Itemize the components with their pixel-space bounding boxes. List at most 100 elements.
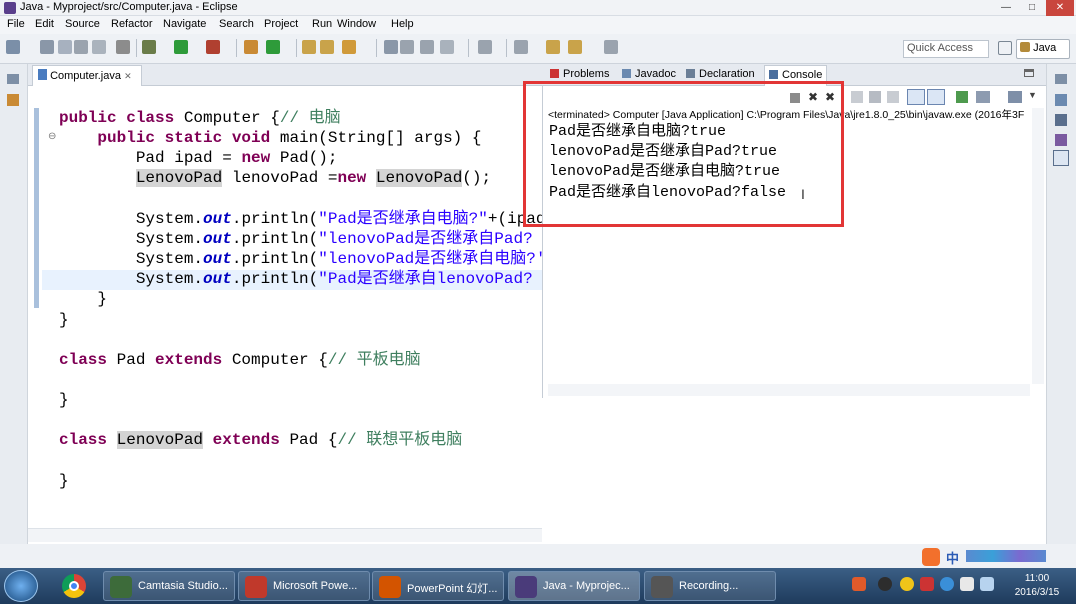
menu-search[interactable]: Search <box>216 17 257 31</box>
maximize-button[interactable]: □ <box>1020 0 1044 16</box>
view-menu-icon[interactable]: ▼ <box>1028 90 1037 100</box>
menu-edit[interactable]: Edit <box>32 17 57 31</box>
new-icon[interactable] <box>6 40 20 54</box>
save-icon[interactable] <box>40 40 54 54</box>
chrome-taskbar-button[interactable] <box>54 571 94 601</box>
new-java-project-icon[interactable] <box>244 40 258 54</box>
code-line[interactable]: Pad ipad = new Pad(); <box>59 148 338 168</box>
skip-icon[interactable] <box>116 40 130 54</box>
close-button[interactable]: ✕ <box>1046 0 1074 16</box>
search-icon[interactable] <box>342 40 356 54</box>
tab-computer-java[interactable]: Computer.java ✕ <box>32 65 142 86</box>
volume-icon[interactable] <box>960 577 974 591</box>
console-icon[interactable] <box>92 40 106 54</box>
console-vertical-scrollbar[interactable] <box>1032 108 1044 384</box>
security-tray-icon[interactable] <box>900 577 914 591</box>
code-line[interactable]: public class Computer {// 电脑 <box>59 108 341 128</box>
menu-source[interactable]: Source <box>62 17 103 31</box>
pin-console-icon[interactable] <box>956 91 968 103</box>
print-icon[interactable] <box>74 40 88 54</box>
code-line[interactable]: public static void main(String[] args) { <box>59 128 481 148</box>
console-view-icon[interactable] <box>1053 150 1069 166</box>
code-line[interactable]: System.out.println("Pad是否继承自电脑?"+(ipad <box>59 209 546 229</box>
close-tab-icon[interactable]: ✕ <box>124 71 132 81</box>
code-line[interactable]: LenovoPad lenovoPad =new LenovoPad(); <box>59 168 491 188</box>
tab-label: Declaration <box>699 68 755 80</box>
taskbar-button[interactable]: Microsoft Powe... <box>238 571 370 601</box>
back-icon[interactable] <box>514 40 528 54</box>
clear-console-icon[interactable] <box>851 91 863 103</box>
scroll-lock-icon[interactable] <box>869 91 881 103</box>
code-line[interactable]: } <box>59 310 69 330</box>
taskbar-button[interactable]: Recording... <box>644 571 776 601</box>
console-horizontal-scrollbar[interactable] <box>548 384 1030 396</box>
qq-tray-icon[interactable] <box>878 577 892 591</box>
show-console-stderr-icon[interactable] <box>927 89 945 105</box>
forward-icon[interactable] <box>546 40 560 54</box>
ime-toolbar-icons[interactable] <box>966 550 1046 562</box>
annotation-icon[interactable] <box>384 40 398 54</box>
word-wrap-icon[interactable] <box>887 91 899 103</box>
start-button[interactable] <box>4 570 38 602</box>
code-line[interactable]: System.out.println("Pad是否继承自lenovoPad? <box>59 269 533 289</box>
display-selected-console-icon[interactable] <box>976 91 990 103</box>
menu-refactor[interactable]: Refactor <box>108 17 156 31</box>
recording-tray-icon[interactable] <box>920 577 934 591</box>
history-icon[interactable] <box>568 40 582 54</box>
code-line[interactable]: } <box>59 289 107 309</box>
menu-project[interactable]: Project <box>261 17 301 31</box>
quick-access-input[interactable]: Quick Access <box>903 40 989 58</box>
debug-icon[interactable] <box>142 40 156 54</box>
update-tray-icon[interactable] <box>940 577 954 591</box>
code-line[interactable]: class LenovoPad extends Pad {// 联想平板电脑 <box>59 430 462 450</box>
code-line[interactable]: } <box>59 471 69 491</box>
run-icon[interactable] <box>174 40 188 54</box>
menu-run[interactable]: Run <box>309 17 335 31</box>
menu-file[interactable]: File <box>4 17 28 31</box>
sogou-input-icon[interactable] <box>922 548 940 566</box>
pin-editor-icon[interactable] <box>440 40 454 54</box>
task-list-icon[interactable] <box>1055 94 1067 106</box>
code-line[interactable]: } <box>59 390 69 410</box>
nav-icon[interactable] <box>604 40 618 54</box>
java-perspective-button[interactable]: Java <box>1016 39 1070 59</box>
tab-javadoc[interactable]: Javadoc <box>622 68 676 80</box>
menu-window[interactable]: Window <box>334 17 379 31</box>
code-line[interactable]: System.out.println("lenovoPad是否继承自Pad? <box>59 229 533 249</box>
restore-icon[interactable] <box>7 74 19 84</box>
code-line[interactable]: class Pad extends Computer {// 平板电脑 <box>59 350 421 370</box>
ime-chinese-mode[interactable]: 中 <box>946 548 959 567</box>
external-tools-icon[interactable] <box>206 40 220 54</box>
taskbar-button[interactable]: Camtasia Studio... <box>103 571 235 601</box>
network-icon[interactable] <box>980 577 994 591</box>
code-token: out <box>203 209 232 228</box>
show-console-stdout-icon[interactable] <box>907 89 925 105</box>
taskbar-button[interactable]: PowerPoint 幻灯... <box>372 571 504 601</box>
next-annotation-icon[interactable] <box>400 40 414 54</box>
system-clock[interactable]: 11:00 2016/3/15 <box>1002 572 1072 600</box>
package-explorer-icon[interactable] <box>7 94 19 106</box>
annotation-icon[interactable] <box>1055 134 1067 146</box>
new-class-icon[interactable] <box>266 40 280 54</box>
maximize-view-icon[interactable] <box>1024 69 1034 77</box>
restore-icon[interactable] <box>1055 74 1067 84</box>
open-perspective-icon[interactable] <box>998 41 1012 55</box>
editor-horizontal-scrollbar[interactable] <box>28 528 542 542</box>
minimize-button[interactable]: — <box>994 0 1018 16</box>
open-console-icon[interactable] <box>1008 91 1022 103</box>
menu-navigate[interactable]: Navigate <box>160 17 209 31</box>
save-all-icon[interactable] <box>58 40 72 54</box>
open-task-icon[interactable] <box>320 40 334 54</box>
tab-problems[interactable]: Problems <box>550 68 609 80</box>
tab-declaration[interactable]: Declaration <box>686 68 755 80</box>
last-edit-icon[interactable] <box>478 40 492 54</box>
outline-icon[interactable] <box>1055 114 1067 126</box>
fold-icon[interactable]: ⊖ <box>48 131 56 142</box>
open-type-icon[interactable] <box>302 40 316 54</box>
code-line[interactable]: System.out.println("lenovoPad是否继承自电脑?' <box>59 249 546 269</box>
menu-help[interactable]: Help <box>388 17 417 31</box>
sogou-tray-icon[interactable] <box>852 577 866 591</box>
previous-annotation-icon[interactable] <box>420 40 434 54</box>
taskbar-button[interactable]: Java - Myprojec... <box>508 571 640 601</box>
window-title: Java - Myproject/src/Computer.java - Ecl… <box>20 1 238 13</box>
